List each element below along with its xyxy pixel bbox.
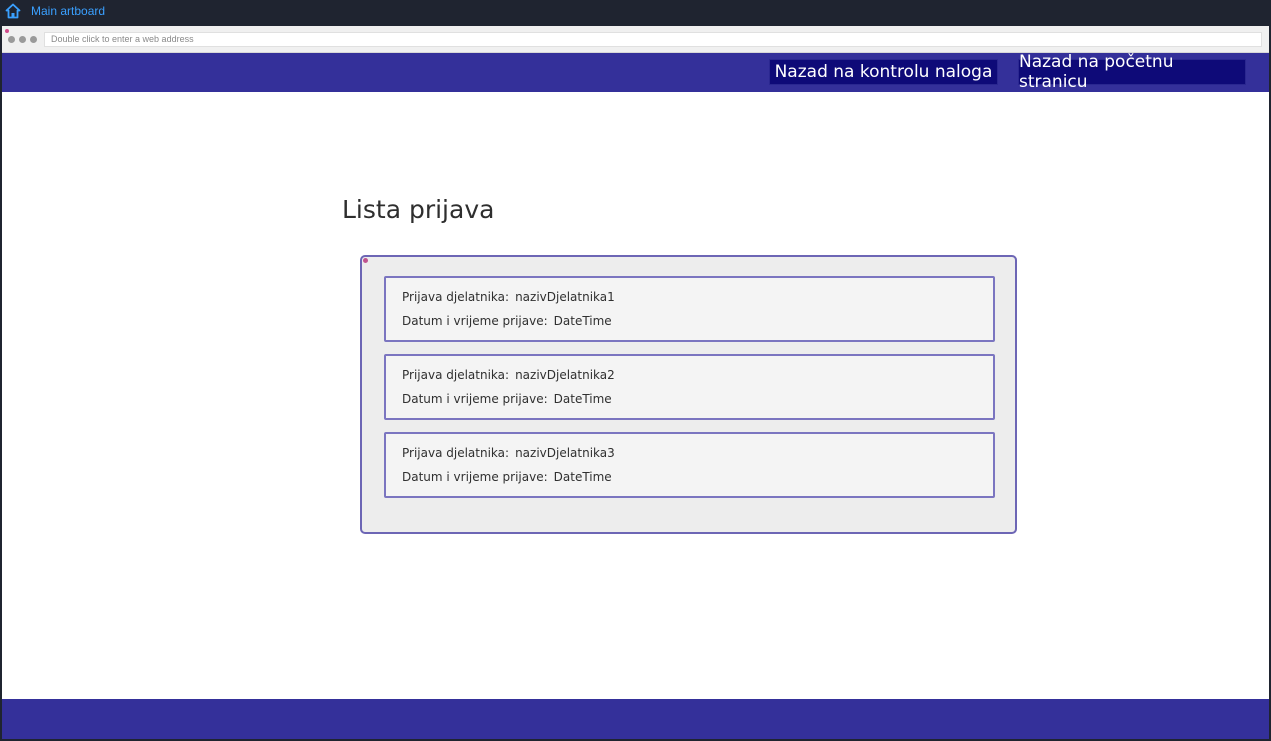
- datetime-value: DateTime: [553, 470, 612, 484]
- datetime-line: Datum i vrijeme prijave: DateTime: [402, 470, 612, 484]
- employee-line: Prijava djelatnika: nazivDjelatnika2: [402, 368, 615, 382]
- datetime-label: Datum i vrijeme prijave:: [402, 470, 548, 484]
- address-placeholder: Double click to enter a web address: [51, 34, 194, 44]
- back-to-home-page-button[interactable]: Nazad na početnu stranicu: [1018, 52, 1246, 92]
- address-bar[interactable]: Double click to enter a web address: [44, 32, 1262, 47]
- footer: [2, 699, 1269, 739]
- employee-label: Prijava djelatnika:: [402, 368, 510, 382]
- employee-line: Prijava djelatnika: nazivDjelatnika1: [402, 290, 615, 304]
- home-icon[interactable]: [5, 3, 21, 19]
- list-item[interactable]: Prijava djelatnika: nazivDjelatnika2 Datu…: [384, 354, 995, 420]
- list-item[interactable]: Prijava djelatnika: nazivDjelatnika3 Datu…: [384, 432, 995, 498]
- employee-label: Prijava djelatnika:: [402, 290, 510, 304]
- window-dot-icon[interactable]: [19, 36, 26, 43]
- window-controls: [8, 36, 37, 43]
- employee-value: nazivDjelatnika2: [515, 368, 615, 382]
- window-dot-icon[interactable]: [8, 36, 15, 43]
- datetime-line: Datum i vrijeme prijave: DateTime: [402, 314, 612, 328]
- datetime-label: Datum i vrijeme prijave:: [402, 314, 548, 328]
- datetime-value: DateTime: [553, 392, 612, 406]
- employee-value: nazivDjelatnika3: [515, 446, 615, 460]
- employee-value: nazivDjelatnika1: [515, 290, 615, 304]
- back-to-account-control-button[interactable]: Nazad na kontrolu naloga: [769, 59, 998, 85]
- datetime-line: Datum i vrijeme prijave: DateTime: [402, 392, 612, 406]
- browser-chrome: Double click to enter a web address: [2, 26, 1269, 53]
- artboard-bar: Main artboard: [0, 0, 1271, 26]
- employee-line: Prijava djelatnika: nazivDjelatnika3: [402, 446, 615, 460]
- employee-label: Prijava djelatnika:: [402, 446, 510, 460]
- list-item[interactable]: Prijava djelatnika: nazivDjelatnika1 Datu…: [384, 276, 995, 342]
- datetime-label: Datum i vrijeme prijave:: [402, 392, 548, 406]
- header: Nazad na kontrolu naloga Nazad na početn…: [2, 52, 1269, 92]
- page-title: Lista prijava: [342, 195, 495, 224]
- window-dot-icon[interactable]: [30, 36, 37, 43]
- pin-marker-icon: [363, 258, 368, 263]
- artboard-title[interactable]: Main artboard: [31, 4, 105, 18]
- login-list-panel: Prijava djelatnika: nazivDjelatnika1 Datu…: [360, 255, 1017, 534]
- datetime-value: DateTime: [553, 314, 612, 328]
- pin-marker-icon: [5, 29, 9, 33]
- page: Nazad na kontrolu naloga Nazad na početn…: [2, 52, 1269, 739]
